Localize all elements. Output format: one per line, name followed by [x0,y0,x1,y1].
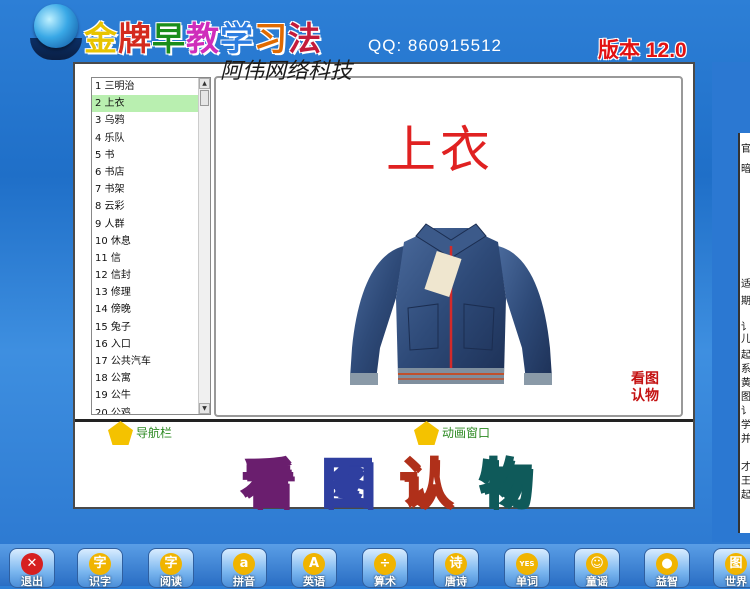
word-list[interactable]: 1 三明治 2 上衣 3 乌鸦 4 乐队 5 书6 书店 7 书架 8 云彩 9 人群 10 休… [91,77,211,415]
toolbar-button-0[interactable]: ✕ 退出 [9,548,55,588]
watermark-text: 阿伟网络科技 [220,59,353,84]
list-item[interactable]: 20 公鸡 [92,405,199,414]
toolbar-button-label: 童谣 [586,575,608,588]
list-scrollbar[interactable]: ▲ ▼ [198,78,210,414]
right-panel-char: 官 [741,144,750,155]
scroll-up-icon[interactable]: ▲ [199,78,210,89]
letter-a-icon: a [233,553,255,575]
list-item[interactable]: 18 公寓 [92,370,199,387]
right-panel-char: 期 [741,296,750,307]
title-char: 牌 [118,19,152,58]
list-item[interactable]: 10 休息 [92,233,199,250]
list-item[interactable]: 4 乐队 [92,130,199,147]
toolbar-button-label: 阅读 [160,575,182,588]
list-item[interactable]: 2 上衣 [92,95,199,113]
list-item[interactable]: 5 书 [92,147,199,164]
picture-icon: 图 [725,553,747,575]
title-char: 金 [84,19,118,58]
list-item[interactable]: 8 云彩 [92,198,199,215]
right-panel-char: 黄 [741,378,750,389]
toolbar-button-5[interactable]: ÷ 算术 [362,548,408,588]
qq-number: QQ: 860915512 [368,36,502,55]
title-char: 早 [152,19,186,58]
toolbar-button-label: 唐诗 [445,575,467,588]
close-icon: ✕ [21,553,43,575]
toolbar-button-7[interactable]: YES 单词 [504,548,550,588]
toolbar-button-4[interactable]: A 英语 [291,548,337,588]
globe-logo-icon [34,4,78,48]
version-label: 版本 12.0 [598,39,687,62]
current-word: 上衣 [386,121,494,179]
hand-icon: 字 [89,553,111,575]
list-item[interactable]: 16 入口 [92,336,199,353]
list-item[interactable]: 17 公共汽车 [92,353,199,370]
nav-bar-label[interactable]: 导航栏 [136,424,172,441]
toolbar-button-label: 世界 [725,575,747,588]
list-item[interactable]: 13 修理 [92,284,199,301]
toolbar-button-2[interactable]: 字阅读 [148,548,194,588]
big-title-char: 认 [398,453,453,517]
math-icon: ÷ [374,553,396,575]
title-char: 教 [186,19,220,58]
list-item[interactable]: 14 傍晚 [92,301,199,318]
toolbar-button-label: 识字 [89,575,111,588]
list-item[interactable]: 19 公牛 [92,387,199,404]
toolbar-button-1[interactable]: 字识字 [77,548,123,588]
anim-window-label[interactable]: 动画窗口 [442,424,490,441]
poem-icon: 诗 [445,553,467,575]
word-list-items: 1 三明治 2 上衣 3 乌鸦 4 乐队 5 书6 书店 7 书架 8 云彩 9 人群 10 休… [92,78,199,414]
right-panel-char: 图 [741,392,750,403]
right-panel-char: 才 [741,462,750,473]
toolbar-button-label: 益智 [656,575,678,588]
section-divider [75,419,693,422]
toolbar-button-9[interactable]: ● 益智 [644,548,690,588]
list-item[interactable]: 15 兔子 [92,319,199,336]
toolbar-button-label: 拼音 [233,575,255,588]
list-item[interactable]: 12 信封 [92,267,199,284]
right-panel-char: 儿 [741,334,750,345]
toolbar-button-label: 退出 [21,575,43,588]
corner-caption: 看图认物 [631,371,659,404]
list-item[interactable]: 6 书店 [92,164,199,181]
hand-icon: 字 [160,553,182,575]
list-item[interactable]: 1 三明治 [92,78,199,95]
list-item[interactable]: 11 信 [92,250,199,267]
big-title-char: 看 [240,453,295,517]
toolbar-button-8[interactable]: ☺ 童谣 [574,548,620,588]
right-panel-char: 起 [741,490,750,501]
letter-A-icon: A [303,553,325,575]
toolbar-button-label: 算术 [374,575,396,588]
right-panel-char: 适 [741,279,750,290]
denim-jacket-image [350,223,552,385]
toolbar-button-label: 单词 [516,575,538,588]
right-panel-char: 王 [741,476,750,487]
scroll-thumb[interactable] [200,90,209,106]
list-item[interactable]: 3 乌鸦 [92,112,199,129]
right-panel-char: 并 [741,434,750,445]
right-panel-char: 起 [741,350,750,361]
right-panel-char: 系 [741,364,750,375]
big-title-char: 物 [478,453,533,517]
right-panel-char: 暗 [741,164,750,175]
toolbar-button-3[interactable]: a 拼音 [221,548,267,588]
star-icon: ● [656,553,678,575]
big-title-char: 图 [320,453,375,517]
toolbar-button-label: 英语 [303,575,325,588]
right-panel-char: 讠 [741,406,750,417]
toolbar-button-10[interactable]: 图世界 [713,548,750,588]
scroll-down-icon[interactable]: ▼ [199,403,210,414]
list-item[interactable]: 7 书架 [92,181,199,198]
toolbar-button-6[interactable]: 诗唐诗 [433,548,479,588]
smile-icon: ☺ [586,553,608,575]
yes-icon: YES [516,553,538,575]
list-item[interactable]: 9 人群 [92,216,199,233]
right-panel-char: 学 [741,420,750,431]
